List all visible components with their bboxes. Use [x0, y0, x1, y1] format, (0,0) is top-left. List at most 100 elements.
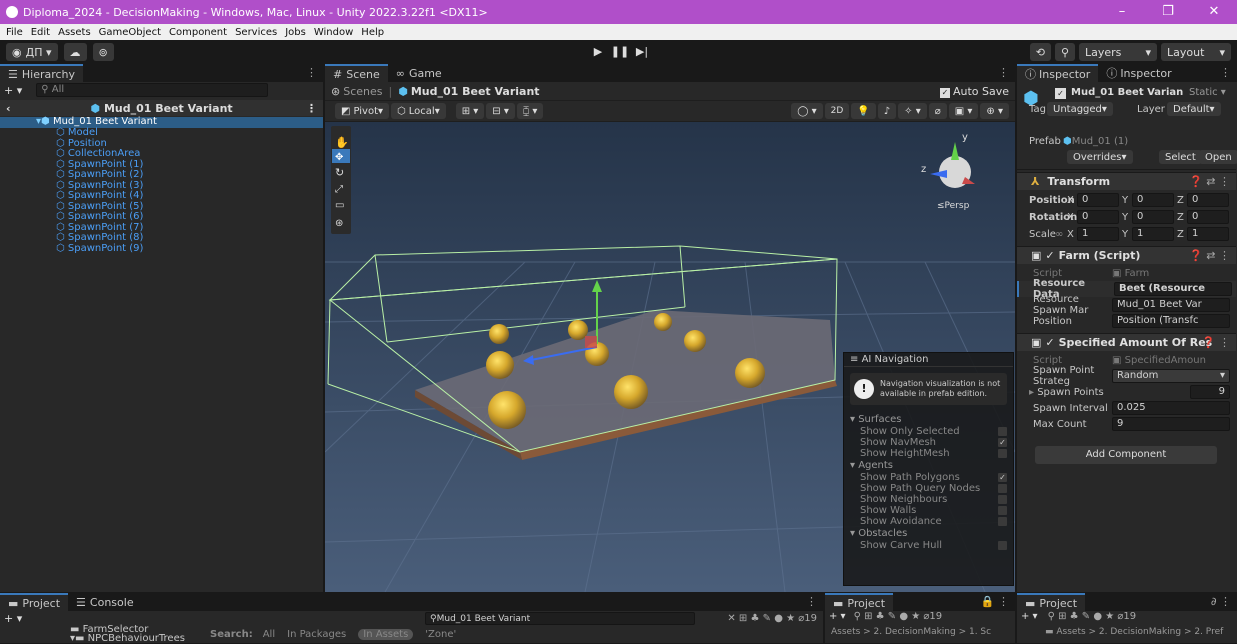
tab-project-3[interactable]: ▬ Project [1017, 593, 1086, 611]
pivot-dropdown[interactable]: ◩ Pivot ▾ [335, 103, 390, 119]
grid-snap-button[interactable]: ⊞ ▾ [455, 103, 485, 119]
local-dropdown[interactable]: ⬡ Local ▾ [391, 103, 446, 119]
position-ref-field[interactable]: Position (Transfc [1112, 314, 1230, 328]
project-3-path[interactable]: ▬ Assets > 2. DecisionMaking > 2. Pref [1045, 627, 1223, 637]
enabled-checkbox[interactable]: ✓ [1045, 336, 1054, 349]
specified-amount-header[interactable]: ▣ ✓ Specified Amount Of Res ❓ ⋮ [1017, 333, 1236, 351]
obstacles-section[interactable]: ▾ Obstacles [844, 527, 1013, 540]
nav-checkbox[interactable] [998, 427, 1007, 436]
tab-console[interactable]: ☰ Console [68, 593, 142, 611]
effects-dropdown[interactable]: ✧ ▾ [898, 103, 927, 119]
menu-file[interactable]: File [6, 27, 23, 38]
scale-x-field[interactable]: 1 [1077, 227, 1119, 241]
tag-dropdown[interactable]: Untagged ▾ [1047, 102, 1113, 116]
rect-tool-icon[interactable]: ▭ [335, 200, 344, 211]
spawn-manager-field[interactable]: Mud_01 Beet Var [1112, 298, 1230, 312]
spawn-strategy-dropdown[interactable]: Random ▾ [1112, 369, 1230, 383]
tab-inspector-1[interactable]: ⓘ Inspector [1017, 64, 1099, 82]
surfaces-section[interactable]: ▾ Surfaces [844, 413, 1013, 426]
rotate-tool-icon[interactable]: ↻ [335, 166, 344, 179]
spawn-point-sphere[interactable] [486, 351, 514, 379]
nav-option-row[interactable]: Show Carve Hull [844, 540, 1013, 551]
grid-visibility-button[interactable]: ⊟ ▾ [486, 103, 515, 119]
cloud-button[interactable]: ☁ [63, 43, 87, 61]
back-chevron-icon[interactable]: ‹ [6, 102, 11, 115]
project-search-input[interactable]: ⚲Mud_01 Beet Variant [425, 611, 695, 625]
pos-x-field[interactable]: 0 [1077, 193, 1119, 207]
menu-component[interactable]: Component [169, 27, 227, 38]
nav-option-row[interactable]: Show Path Query Nodes [844, 483, 1013, 494]
project-filter-icons[interactable]: ✕ ⊞ ♣ ✎ ● ★ ⌀19 [727, 613, 817, 624]
nav-checkbox[interactable] [998, 517, 1007, 526]
spawn-interval-field[interactable]: 0.025 [1112, 401, 1230, 415]
tab-project[interactable]: ▬ Project [0, 593, 69, 611]
add-button[interactable]: + ▾ [4, 84, 22, 97]
spawn-point-sphere[interactable] [489, 324, 509, 344]
spawn-point-sphere[interactable] [488, 391, 526, 429]
menu-jobs[interactable]: Jobs [285, 27, 306, 38]
rot-x-field[interactable]: 0 [1077, 210, 1119, 224]
nav-option-row[interactable]: Show Only Selected [844, 426, 1013, 437]
move-gizmo-center[interactable] [585, 336, 597, 348]
add-asset-button[interactable]: + ▾ [1021, 611, 1038, 622]
object-name[interactable]: Mud_01 Beet Varian [1071, 87, 1183, 98]
constrain-proportions-icon[interactable]: ∞ [1055, 229, 1067, 240]
add-component-button[interactable]: Add Component [1035, 446, 1217, 464]
panel-menu-icon[interactable]: ⋮ [306, 102, 317, 115]
nav-checkbox[interactable]: ✓ [998, 473, 1007, 482]
2d-toggle[interactable]: 2D [824, 103, 850, 119]
transform-tool-icon[interactable]: ⊛ [335, 218, 343, 229]
increment-snap-button[interactable]: ⧮ ▾ [516, 103, 544, 119]
breadcrumb-prefab[interactable]: Mud_01 Beet Variant [411, 85, 540, 98]
component-menu-icon[interactable]: ❓ ⇄ ⋮ [1189, 249, 1230, 262]
layers-dropdown[interactable]: Layers ▾ [1079, 43, 1157, 61]
open-button[interactable]: Open [1199, 150, 1237, 164]
nav-checkbox[interactable] [998, 495, 1007, 504]
overrides-dropdown[interactable]: Overrides ▾ [1067, 150, 1133, 164]
spawn-point-sphere[interactable] [684, 330, 706, 352]
pos-y-field[interactable]: 0 [1132, 193, 1174, 207]
close-button[interactable]: ✕ [1191, 0, 1237, 24]
layout-dropdown[interactable]: Layout ▾ [1161, 43, 1231, 61]
spawn-point-sphere[interactable] [735, 358, 765, 388]
nav-option-row[interactable]: Show HeightMesh [844, 448, 1013, 459]
resource-data-field[interactable]: Beet (Resource [1114, 282, 1232, 296]
move-tool-icon[interactable]: ✥ [335, 152, 343, 163]
lock-icon[interactable]: 🔒 ⋮ [981, 595, 1009, 608]
component-menu-icon[interactable]: ❓ ⇄ ⋮ [1189, 175, 1230, 188]
gizmos-dropdown[interactable]: ⊕ ▾ [980, 103, 1009, 119]
menu-window[interactable]: Window [314, 27, 353, 38]
pos-z-field[interactable]: 0 [1187, 193, 1229, 207]
projection-label[interactable]: ≤Persp [937, 201, 970, 211]
search-button[interactable]: ⚲ [1054, 43, 1075, 61]
scope-assets-tab[interactable]: In Assets [358, 629, 414, 640]
panel-menu-icon[interactable]: ⋮ [806, 595, 817, 608]
menu-gameobject[interactable]: GameObject [99, 27, 161, 38]
agents-section[interactable]: ▾ Agents [844, 459, 1013, 472]
panel-menu-icon[interactable]: ∂ ⋮ [1211, 595, 1231, 608]
rot-y-field[interactable]: 0 [1132, 210, 1174, 224]
camera-dropdown[interactable]: ▣ ▾ [948, 103, 979, 119]
spawn-points-size-field[interactable]: 9 [1190, 385, 1230, 399]
account-dropdown[interactable]: ◉ ДП ▾ [6, 43, 58, 61]
transform-header[interactable]: ⅄ Transform ❓ ⇄ ⋮ [1017, 172, 1236, 190]
nav-option-row[interactable]: Show Neighbours [844, 494, 1013, 505]
scope-all-tab[interactable]: All [263, 629, 275, 640]
play-button[interactable]: ▶ [588, 43, 608, 61]
pause-button[interactable]: ❚❚ [610, 43, 630, 61]
step-button[interactable]: ▶| [632, 43, 652, 61]
scope-packages-tab[interactable]: In Packages [287, 629, 346, 640]
enabled-checkbox[interactable]: ✓ [1045, 249, 1054, 262]
project-2-path[interactable]: Assets > 2. DecisionMaking > 1. Sc [831, 627, 991, 637]
scale-tool-icon[interactable]: ⤢ [335, 184, 343, 195]
hierarchy-item[interactable]: ⬡ SpawnPoint (9) [56, 243, 143, 255]
nav-checkbox[interactable] [998, 541, 1007, 550]
rot-z-field[interactable]: 0 [1187, 210, 1229, 224]
hierarchy-search-input[interactable]: ⚲ All [36, 83, 269, 97]
select-button[interactable]: Select [1159, 150, 1202, 164]
panel-menu-icon[interactable]: ⋮ [306, 66, 317, 79]
nav-checkbox[interactable] [998, 484, 1007, 493]
max-count-field[interactable]: 9 [1112, 417, 1230, 431]
add-asset-button[interactable]: + ▾ [829, 611, 846, 622]
nav-checkbox[interactable] [998, 449, 1007, 458]
